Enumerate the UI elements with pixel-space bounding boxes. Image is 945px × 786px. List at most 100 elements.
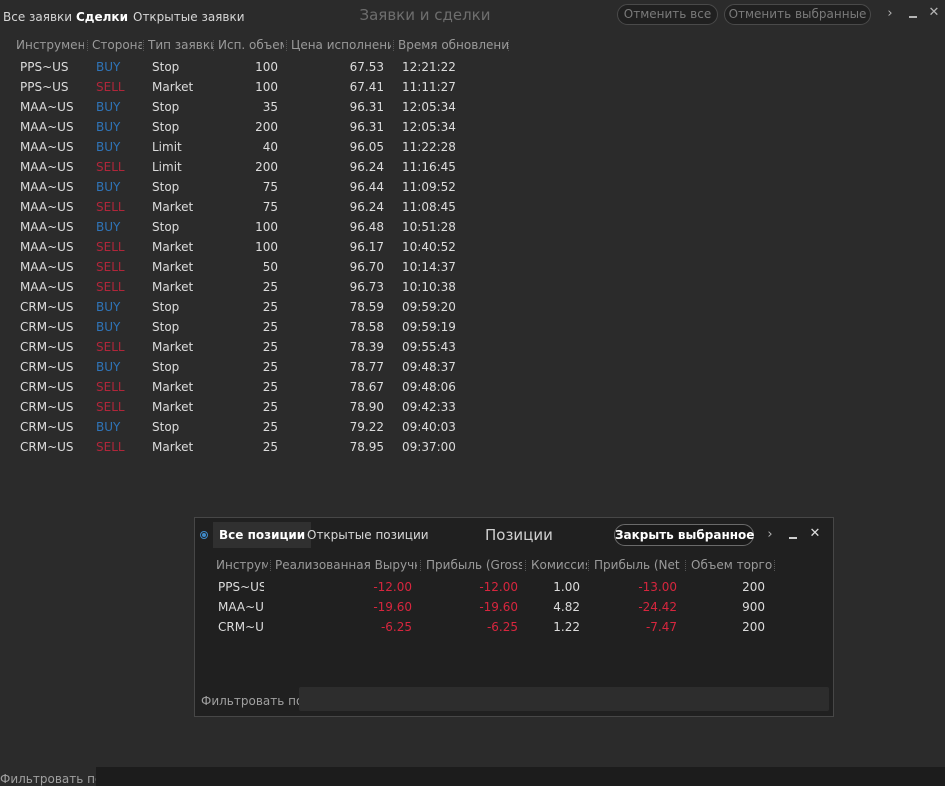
close-selected-button[interactable]: Закрыть выбранное bbox=[614, 524, 754, 546]
cell-gross: -6.25 bbox=[486, 620, 518, 634]
cell-update-time: 09:59:19 bbox=[402, 320, 456, 334]
column-divider[interactable] bbox=[774, 560, 775, 571]
col-header-volume[interactable]: Объем торгов bbox=[691, 558, 773, 572]
table-row[interactable]: MAA~US SELL Limit 200 96.24 11:16:45 bbox=[0, 157, 945, 177]
column-divider[interactable] bbox=[286, 40, 287, 51]
close-icon[interactable]: ✕ bbox=[809, 526, 821, 541]
column-divider[interactable] bbox=[213, 40, 214, 51]
table-row[interactable]: PPS~US BUY Stop 100 67.53 12:21:22 bbox=[0, 57, 945, 77]
col-header-instrument[interactable]: Инструмент bbox=[216, 558, 268, 572]
minimize-icon[interactable] bbox=[907, 6, 919, 20]
col-header-exec-price[interactable]: Цена исполнения bbox=[291, 38, 391, 52]
table-row[interactable]: MAA~US SELL Market 75 96.24 11:08:45 bbox=[0, 197, 945, 217]
tab-trades[interactable]: Сделки bbox=[76, 10, 128, 24]
cell-exec-price: 78.39 bbox=[349, 340, 384, 354]
column-divider[interactable] bbox=[143, 40, 144, 51]
cell-instrument: MAA~US bbox=[20, 160, 74, 174]
col-header-order-type[interactable]: Тип заявки bbox=[148, 38, 213, 52]
table-row[interactable]: CRM~US BUY Stop 25 78.59 09:59:20 bbox=[0, 297, 945, 317]
cell-instrument: MAA~US bbox=[20, 200, 74, 214]
table-row[interactable]: MAA~US BUY Stop 35 96.31 12:05:34 bbox=[0, 97, 945, 117]
cell-instrument: CRM~US bbox=[218, 620, 264, 634]
table-row[interactable]: CRM~US SELL Market 25 78.67 09:48:06 bbox=[0, 377, 945, 397]
top-bar: Все заявки Сделки Открытые заявки Заявки… bbox=[0, 0, 945, 32]
column-divider[interactable] bbox=[420, 560, 421, 571]
table-row[interactable]: CRM~US SELL Market 25 78.95 09:37:00 bbox=[0, 437, 945, 457]
cell-side: SELL bbox=[96, 260, 125, 274]
column-divider[interactable] bbox=[685, 560, 686, 571]
column-divider[interactable] bbox=[508, 40, 509, 51]
cell-order-type: Limit bbox=[152, 140, 182, 154]
chevron-right-icon[interactable]: › bbox=[883, 6, 897, 21]
cell-filled-qty: 75 bbox=[262, 200, 278, 214]
column-divider[interactable] bbox=[393, 40, 394, 51]
cell-volume: 200 bbox=[742, 620, 765, 634]
tab-open-orders[interactable]: Открытые заявки bbox=[133, 10, 245, 24]
col-header-update-time[interactable]: Время обновления bbox=[398, 38, 508, 52]
column-divider[interactable] bbox=[588, 560, 589, 571]
cell-volume: 200 bbox=[742, 580, 765, 594]
table-row[interactable]: CRM~US BUY Stop 25 78.58 09:59:19 bbox=[0, 317, 945, 337]
col-header-gross[interactable]: Прибыль (Gross) bbox=[426, 558, 522, 572]
column-divider[interactable] bbox=[87, 40, 88, 51]
cell-order-type: Stop bbox=[152, 100, 180, 114]
col-header-realized[interactable]: Реализованная Выручка bbox=[275, 558, 417, 572]
cell-instrument: PPS~US bbox=[20, 60, 69, 74]
table-row[interactable]: PPS~US -12.00 -12.00 1.00 -13.00 200 bbox=[195, 577, 835, 597]
table-row[interactable]: CRM~US -6.25 -6.25 1.22 -7.47 200 bbox=[195, 617, 835, 637]
table-row[interactable]: MAA~US BUY Stop 75 96.44 11:09:52 bbox=[0, 177, 945, 197]
cancel-selected-button[interactable]: Отменить выбранные bbox=[724, 4, 871, 25]
cell-filled-qty: 100 bbox=[255, 220, 278, 234]
cell-filled-qty: 25 bbox=[262, 380, 278, 394]
table-row[interactable]: MAA~US -19.60 -19.60 4.82 -24.42 900 bbox=[195, 597, 835, 617]
cell-exec-price: 67.53 bbox=[349, 60, 384, 74]
table-row[interactable]: CRM~US BUY Stop 25 78.77 09:48:37 bbox=[0, 357, 945, 377]
cell-instrument: MAA~US bbox=[20, 240, 74, 254]
table-row[interactable]: PPS~US SELL Market 100 67.41 11:11:27 bbox=[0, 77, 945, 97]
col-header-filled-qty[interactable]: Исп. объем bbox=[218, 38, 284, 52]
table-row[interactable]: MAA~US BUY Limit 40 96.05 11:22:28 bbox=[0, 137, 945, 157]
table-row[interactable]: CRM~US SELL Market 25 78.90 09:42:33 bbox=[0, 397, 945, 417]
cell-order-type: Market bbox=[152, 240, 194, 254]
column-divider[interactable] bbox=[270, 560, 271, 571]
cell-instrument: CRM~US bbox=[20, 380, 74, 394]
table-row[interactable]: CRM~US BUY Stop 25 79.22 09:40:03 bbox=[0, 417, 945, 437]
table-row[interactable]: MAA~US SELL Market 25 96.73 10:10:38 bbox=[0, 277, 945, 297]
filter-input[interactable] bbox=[96, 767, 945, 786]
cell-order-type: Stop bbox=[152, 360, 180, 374]
table-row[interactable]: MAA~US SELL Market 100 96.17 10:40:52 bbox=[0, 237, 945, 257]
radio-dot-icon[interactable] bbox=[200, 531, 208, 539]
positions-grid-body: PPS~US -12.00 -12.00 1.00 -13.00 200 MAA~US -19… bbox=[195, 577, 835, 637]
cancel-all-button[interactable]: Отменить все bbox=[617, 4, 718, 25]
tab-all-positions[interactable]: Все позиции bbox=[213, 522, 312, 548]
cell-instrument: CRM~US bbox=[20, 360, 74, 374]
cell-order-type: Market bbox=[152, 380, 194, 394]
chevron-right-icon[interactable]: › bbox=[764, 527, 776, 542]
col-header-commission[interactable]: Комиссия bbox=[531, 558, 587, 572]
cell-order-type: Market bbox=[152, 440, 194, 454]
table-row[interactable]: MAA~US BUY Stop 200 96.31 12:05:34 bbox=[0, 117, 945, 137]
col-header-instrument[interactable]: Инструмент bbox=[16, 38, 84, 52]
cell-exec-price: 78.95 bbox=[349, 440, 384, 454]
cell-exec-price: 78.90 bbox=[349, 400, 384, 414]
minimize-icon[interactable] bbox=[787, 526, 799, 540]
cell-filled-qty: 100 bbox=[255, 80, 278, 94]
tab-all-orders[interactable]: Все заявки bbox=[3, 10, 72, 24]
tab-open-positions[interactable]: Открытые позиции bbox=[301, 522, 435, 548]
cell-update-time: 09:42:33 bbox=[402, 400, 456, 414]
cell-commission: 1.22 bbox=[553, 620, 580, 634]
close-icon[interactable]: ✕ bbox=[928, 5, 940, 20]
trades-grid-header: Инструмент Сторона Тип заявки Исп. объем… bbox=[0, 36, 945, 54]
table-row[interactable]: MAA~US SELL Market 50 96.70 10:14:37 bbox=[0, 257, 945, 277]
positions-filter-input[interactable] bbox=[299, 687, 829, 711]
positions-title: Позиции bbox=[485, 526, 553, 544]
cell-filled-qty: 25 bbox=[262, 340, 278, 354]
col-header-side[interactable]: Сторона bbox=[92, 38, 142, 52]
cell-update-time: 10:51:28 bbox=[402, 220, 456, 234]
table-row[interactable]: MAA~US BUY Stop 100 96.48 10:51:28 bbox=[0, 217, 945, 237]
column-divider[interactable] bbox=[525, 560, 526, 571]
cell-exec-price: 78.58 bbox=[349, 320, 384, 334]
col-header-net[interactable]: Прибыль (Net) bbox=[594, 558, 680, 572]
cell-filled-qty: 25 bbox=[262, 360, 278, 374]
table-row[interactable]: CRM~US SELL Market 25 78.39 09:55:43 bbox=[0, 337, 945, 357]
